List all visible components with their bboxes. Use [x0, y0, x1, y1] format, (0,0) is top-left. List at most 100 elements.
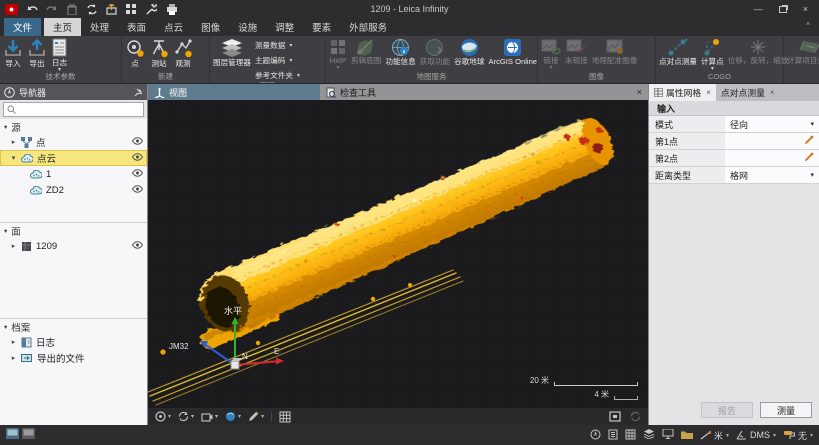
tree-item-cloud-zd2[interactable]: ZD2 [0, 182, 147, 198]
redo-icon[interactable] [45, 3, 58, 16]
status-log-icon[interactable] [608, 429, 618, 442]
arcgis-online-button[interactable]: ArcGIS Online [487, 37, 540, 66]
report-button[interactable]: 报告 [701, 402, 753, 418]
hxip-button[interactable]: HxIP ▾ [327, 37, 349, 70]
expander-icon[interactable]: ▸ [10, 138, 17, 146]
close-panel-icon[interactable]: × [706, 88, 711, 97]
compute-project-coordinates-button[interactable]: 计算项目坐标 [785, 37, 819, 65]
unlink-image-button[interactable]: 未链接 [563, 37, 590, 65]
style-brush-dropdown[interactable]: ▾ [248, 411, 264, 422]
window-layout-icon[interactable] [6, 426, 19, 444]
expander-icon[interactable]: ▾ [4, 323, 7, 331]
tab-infrastructure[interactable]: 设施 [229, 18, 266, 36]
tree-section-source-header[interactable]: ▾ 源 [0, 119, 147, 134]
tree-item-1209[interactable]: ▸ 1209 [0, 238, 147, 254]
compute-point-button[interactable]: 计算点 ▾ [699, 37, 726, 71]
new-station-button[interactable]: 测站 [147, 37, 171, 68]
point-cloud-render-dropdown[interactable]: ▾ [225, 411, 241, 422]
sync-icon[interactable] [85, 3, 98, 16]
theme-code-dropdown[interactable]: 主题编码▾ [255, 55, 300, 66]
print-icon[interactable] [165, 3, 178, 16]
tab-adjustments[interactable]: 调整 [266, 18, 303, 36]
status-layers-icon[interactable] [643, 429, 655, 441]
link-image-button[interactable]: 链接 ▾ [539, 37, 563, 70]
orbit-mode-dropdown[interactable]: ▾ [178, 411, 194, 422]
length-unit-selector[interactable]: 米 ▾ [700, 429, 729, 442]
tab-surfaces[interactable]: 表面 [118, 18, 155, 36]
tab-point-to-point[interactable]: 点对点测量 × [716, 84, 780, 101]
view-direction-dropdown[interactable]: ▾ [201, 412, 218, 422]
tab-view[interactable]: 视图 [148, 84, 320, 100]
tab-external-services[interactable]: 外部服务 [340, 18, 396, 36]
google-earth-button[interactable]: 谷歌地球 [452, 37, 486, 66]
minimize-button[interactable]: — [754, 4, 763, 14]
3d-scene[interactable]: JM32 水平 N E [148, 100, 648, 408]
delete-icon[interactable] [65, 3, 78, 16]
feature-info-button[interactable]: 功能信息 [383, 37, 417, 66]
log-button[interactable]: 日志 ▾ [49, 37, 70, 72]
new-point-button[interactable]: 点 [123, 37, 147, 68]
p2p-measure-button[interactable]: 点对点测量 [657, 37, 699, 66]
tab-property-grid[interactable]: 属性网格 × [649, 84, 716, 101]
undo-icon[interactable] [25, 3, 38, 16]
new-observation-button[interactable]: 观测 [171, 37, 195, 68]
tab-file[interactable]: 文件 [4, 18, 41, 36]
publish-icon[interactable] [105, 3, 118, 16]
close-panel-icon[interactable]: × [770, 88, 775, 97]
tree-item-cloud-1[interactable]: 1 [0, 166, 147, 182]
import-button[interactable]: 导入 [1, 37, 25, 68]
tree-item-point-clouds[interactable]: ▾ 点云 [0, 150, 147, 166]
display-options-dropdown[interactable]: ▾ [155, 411, 171, 422]
visibility-eye-icon[interactable] [132, 153, 143, 164]
tree-item-reports[interactable]: ▸ 日志 [0, 334, 147, 350]
status-navigator-icon[interactable] [590, 429, 601, 442]
grid-toggle-button[interactable] [279, 411, 291, 423]
expander-icon[interactable]: ▾ [4, 123, 7, 131]
point2-field[interactable] [725, 150, 819, 166]
tree-item-exported-files[interactable]: ▸ 导出的文件 [0, 350, 147, 366]
distance-type-select[interactable]: 格网 ▾ [725, 167, 819, 183]
refresh-view-button[interactable] [630, 411, 641, 422]
tab-processing[interactable]: 处理 [81, 18, 118, 36]
expander-icon[interactable]: ▸ [10, 354, 17, 362]
close-button[interactable]: × [803, 4, 808, 14]
expander-icon[interactable]: ▸ [10, 242, 17, 250]
expander-icon[interactable]: ▾ [4, 227, 7, 235]
georeference-image-button[interactable]: 地理配准图像 [590, 37, 640, 65]
apps-grid-icon[interactable] [125, 3, 138, 16]
pick-point-pencil-icon[interactable] [804, 152, 814, 164]
layer-manager-button[interactable]: 图层管理器 [211, 37, 253, 67]
export-button[interactable]: 导出 [25, 37, 49, 68]
status-display-icon[interactable] [662, 429, 674, 441]
pick-point-pencil-icon[interactable] [804, 135, 814, 147]
tree-section-archive-header[interactable]: ▾ 档案 [0, 319, 147, 334]
tab-home[interactable]: 主页 [44, 18, 81, 36]
visibility-eye-icon[interactable] [132, 185, 143, 196]
tab-features[interactable]: 要素 [303, 18, 340, 36]
shift-rotate-scale-button[interactable]: 位移，旋转，缩放 [726, 37, 791, 65]
angle-unit-selector[interactable]: DMS ▾ [736, 430, 776, 440]
collapse-ribbon-button[interactable]: ^ [806, 21, 810, 30]
get-features-button[interactable]: 获取功能 [418, 37, 452, 66]
expander-icon[interactable]: ▸ [10, 338, 17, 346]
tab-point-clouds[interactable]: 点云 [155, 18, 192, 36]
style-selector[interactable]: 无 ▾ [783, 429, 813, 442]
point1-field[interactable] [725, 133, 819, 149]
visibility-eye-icon[interactable] [132, 137, 143, 148]
survey-data-dropdown[interactable]: 测量数据▾ [255, 40, 300, 51]
settings-wrench-icon[interactable] [145, 3, 158, 16]
status-folder-icon[interactable] [681, 430, 693, 441]
close-viewport-tab-icon[interactable]: × [637, 87, 642, 97]
measure-button[interactable]: 测量 [760, 402, 812, 418]
tab-imaging[interactable]: 图像 [192, 18, 229, 36]
window-layout-alt-icon[interactable] [22, 426, 35, 444]
visibility-eye-icon[interactable] [132, 169, 143, 180]
expander-icon[interactable]: ▾ [10, 154, 17, 162]
reference-folder-dropdown[interactable]: 参考文件夹▾ [255, 70, 300, 81]
navigator-search-input[interactable] [19, 105, 140, 115]
tree-item-points[interactable]: ▸ 点 [0, 134, 147, 150]
visibility-eye-icon[interactable] [132, 241, 143, 252]
pin-icon[interactable] [134, 88, 143, 97]
tab-inspection-tools[interactable]: 检查工具 × [320, 84, 648, 100]
mode-select[interactable]: 径向 ▾ [725, 116, 819, 132]
